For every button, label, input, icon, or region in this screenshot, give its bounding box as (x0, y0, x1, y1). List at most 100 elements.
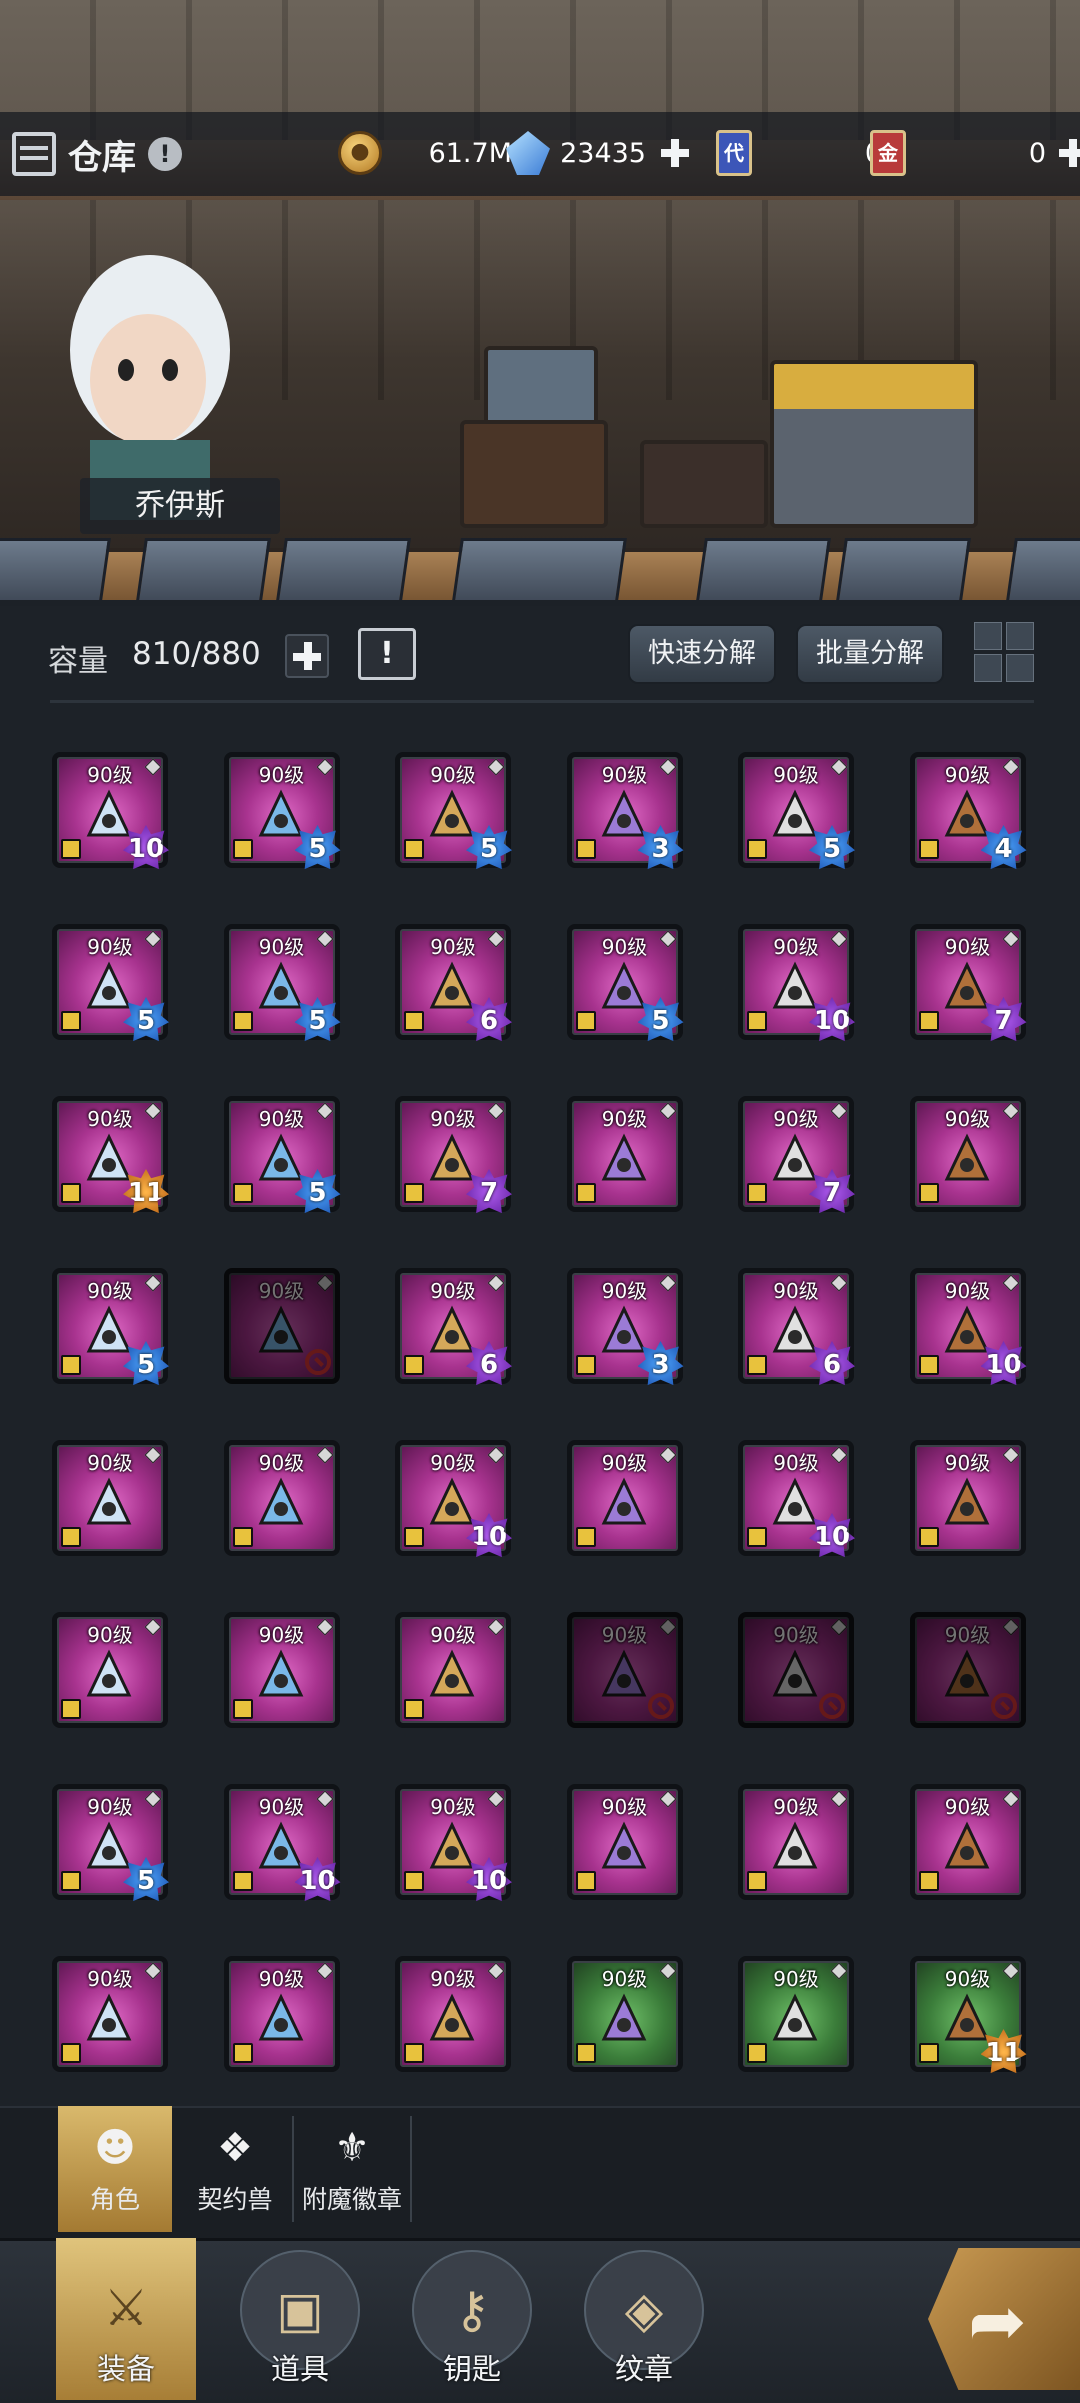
inventory-item[interactable]: 90级 7 (395, 1096, 512, 1214)
inventory-item[interactable]: 90级 6 (395, 924, 512, 1042)
tab-separator (410, 2116, 412, 2222)
tab-label: 契约兽 (197, 2185, 273, 2214)
nav-label: 道具 (270, 2352, 329, 2386)
lock-icon (404, 1355, 424, 1375)
gold-value: 61.7M (428, 137, 512, 169)
inventory-item[interactable]: 90级 10 (223, 1784, 341, 1902)
shelf-bracket (695, 538, 831, 600)
nav-emblem[interactable]: ◈ 纹章 (574, 2238, 714, 2400)
inventory-item[interactable]: 90级 5 (738, 752, 855, 870)
inventory-item[interactable]: 90级 5 (566, 924, 684, 1042)
inventory-item[interactable]: 90级 (52, 1956, 168, 2072)
shelf-bracket (0, 538, 111, 600)
calendar-alert-icon[interactable]: ! (358, 628, 416, 680)
lock-icon (747, 1355, 767, 1375)
inventory-item[interactable]: 90级 10 (738, 924, 855, 1042)
inventory-item[interactable]: 90级 (395, 1612, 511, 1728)
inventory-item[interactable]: 90级 10 (395, 1440, 512, 1558)
inventory-item[interactable]: 90级 5 (52, 924, 169, 1042)
inventory-item[interactable]: 90级 (738, 1956, 854, 2072)
lock-icon (747, 2043, 767, 2063)
ticket-red-value: 0 (1028, 137, 1046, 169)
inventory-item[interactable]: 90级 (223, 1268, 340, 1384)
tab-character[interactable]: ☻ 角色 (58, 2106, 172, 2232)
star-rank-badge: 3 (637, 825, 684, 870)
inventory-item[interactable]: 90级 10 (738, 1440, 855, 1558)
share-button[interactable]: ➦ (928, 2248, 1080, 2390)
inventory-item[interactable]: 90级 (223, 1956, 340, 2072)
inventory-item[interactable]: 90级 11 (909, 1956, 1027, 2074)
inventory-item[interactable]: 90级 5 (223, 924, 341, 1042)
inventory-item[interactable]: 90级 (223, 1612, 340, 1728)
equipment-art (422, 1645, 482, 1705)
inventory-item[interactable]: 90级 (738, 1784, 854, 1900)
inventory-item[interactable]: 90级 (52, 1612, 168, 1728)
inventory-item[interactable]: 90级 3 (566, 752, 684, 870)
info-icon[interactable]: ! (148, 137, 182, 171)
inventory-item[interactable]: 90级 (566, 1612, 683, 1728)
chest-wood (460, 420, 608, 528)
lock-icon (575, 1355, 596, 1375)
equipment-art (937, 1817, 997, 1877)
lock-icon (918, 1871, 939, 1891)
lock-icon (61, 1183, 81, 1203)
lock-icon (918, 1011, 939, 1031)
nav-items[interactable]: ▣ 道具 (230, 2238, 370, 2400)
inventory-item[interactable]: 90级 7 (909, 924, 1027, 1042)
grid-view-toggle[interactable] (974, 622, 1034, 682)
tab-label: 附魔徽章 (301, 2185, 402, 2214)
inventory-item[interactable]: 90级 (566, 1096, 683, 1212)
quick-decompose-button[interactable]: 快速分解 (628, 624, 776, 684)
inventory-item[interactable]: 90级 (395, 1956, 511, 2072)
expand-capacity-button[interactable] (285, 634, 329, 678)
nav-equipment[interactable]: ⚔ 装备 (56, 2238, 196, 2400)
inventory-item[interactable]: 90级 5 (52, 1784, 169, 1902)
lock-icon (404, 1527, 424, 1547)
inventory-item[interactable]: 90级 4 (909, 752, 1027, 870)
star-rank-badge: 5 (294, 1169, 341, 1214)
inventory-item[interactable]: 90级 (909, 1440, 1026, 1556)
inventory-item[interactable]: 90级 (909, 1784, 1026, 1900)
inventory-item[interactable]: 90级 (566, 1784, 683, 1900)
add-crystal-button[interactable] (658, 136, 692, 170)
inventory-item[interactable]: 90级 (566, 1440, 683, 1556)
batch-decompose-button[interactable]: 批量分解 (796, 624, 944, 684)
page-title: 仓库 (68, 137, 136, 178)
inventory-item[interactable]: 90级 (223, 1440, 340, 1556)
add-ticket-red-button[interactable] (1056, 136, 1080, 170)
lock-icon (232, 1699, 253, 1719)
inventory-item[interactable]: 90级 (52, 1440, 168, 1556)
inventory-item[interactable]: 90级 5 (395, 752, 512, 870)
star-rank-badge: 7 (466, 1169, 512, 1214)
nav-keys[interactable]: ⚷ 钥匙 (402, 2238, 542, 2400)
ticket-blue-resource: 代 0 (716, 128, 882, 178)
gold-coin-icon: ● (338, 131, 382, 175)
inventory-item[interactable]: 90级 3 (566, 1268, 684, 1386)
inventory-item[interactable]: 90级 10 (52, 752, 169, 870)
ticket-blue-icon: 代 (716, 130, 752, 176)
inventory-item[interactable]: 90级 (909, 1612, 1026, 1728)
lock-icon (61, 839, 81, 859)
inventory-item[interactable]: 90级 6 (738, 1268, 855, 1386)
inventory-item[interactable]: 90级 5 (52, 1268, 169, 1386)
inventory-item[interactable]: 90级 6 (395, 1268, 512, 1386)
inventory-item[interactable]: 90级 11 (52, 1096, 169, 1214)
inventory-item[interactable]: 90级 7 (738, 1096, 855, 1214)
tab-enchant-badge[interactable]: ⚜ 附魔徽章 (296, 2106, 408, 2232)
inventory-item[interactable]: 90级 (909, 1096, 1026, 1212)
star-rank-badge: 4 (980, 825, 1027, 870)
inventory-item[interactable]: 90级 5 (223, 752, 341, 870)
tab-contract-beast[interactable]: ❖ 契约兽 (178, 2106, 292, 2232)
star-rank-badge: 10 (466, 1513, 512, 1558)
lock-icon (575, 1183, 596, 1203)
inventory-item[interactable]: 90级 10 (909, 1268, 1027, 1386)
enchant-badge-icon: ⚜ (334, 2125, 370, 2171)
hero-name[interactable]: 乔伊斯 (80, 478, 280, 534)
inventory-item[interactable]: 90级 5 (223, 1096, 341, 1214)
lock-icon (404, 1011, 424, 1031)
inventory-item[interactable]: 90级 (738, 1612, 854, 1728)
inventory-item[interactable]: 90级 (566, 1956, 683, 2072)
star-rank-badge: 5 (466, 825, 512, 870)
forbidden-icon (819, 1693, 845, 1719)
inventory-item[interactable]: 90级 10 (395, 1784, 512, 1902)
